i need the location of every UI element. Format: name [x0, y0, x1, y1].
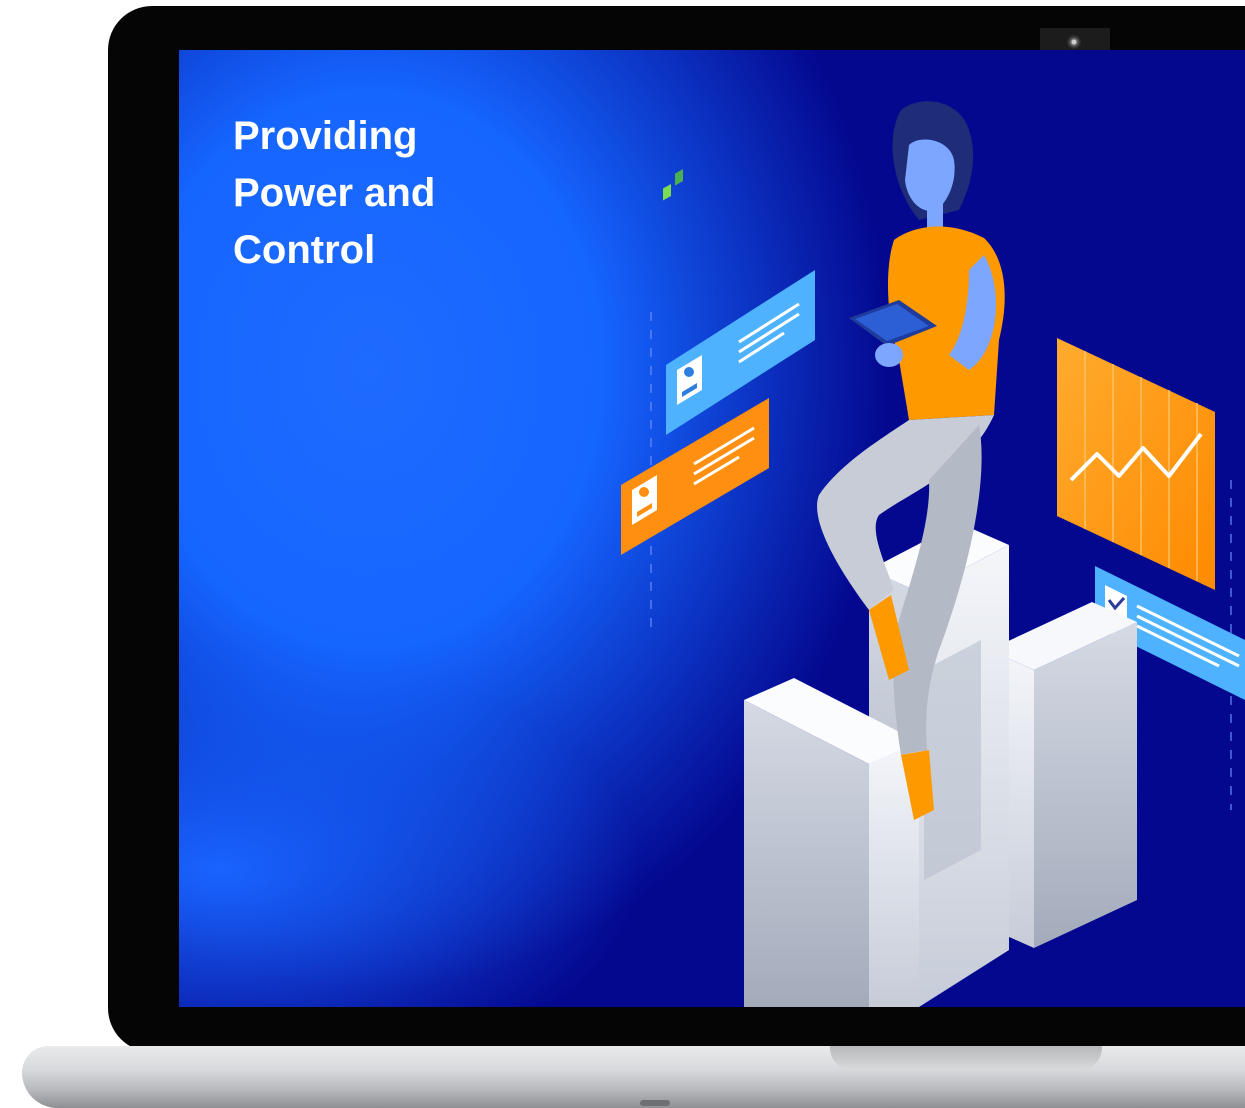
laptop-mockup: Providing Power and Control [0, 0, 1245, 1108]
chart-panel [1057, 338, 1215, 590]
floating-card-blue [666, 270, 815, 435]
hero-illustration [621, 101, 1245, 1007]
laptop-base-notch [830, 1046, 1102, 1070]
camera-icon [1067, 35, 1081, 49]
laptop-screen: Providing Power and Control [179, 50, 1245, 1007]
pillar-back-right [989, 602, 1137, 948]
laptop-foot [640, 1100, 670, 1106]
